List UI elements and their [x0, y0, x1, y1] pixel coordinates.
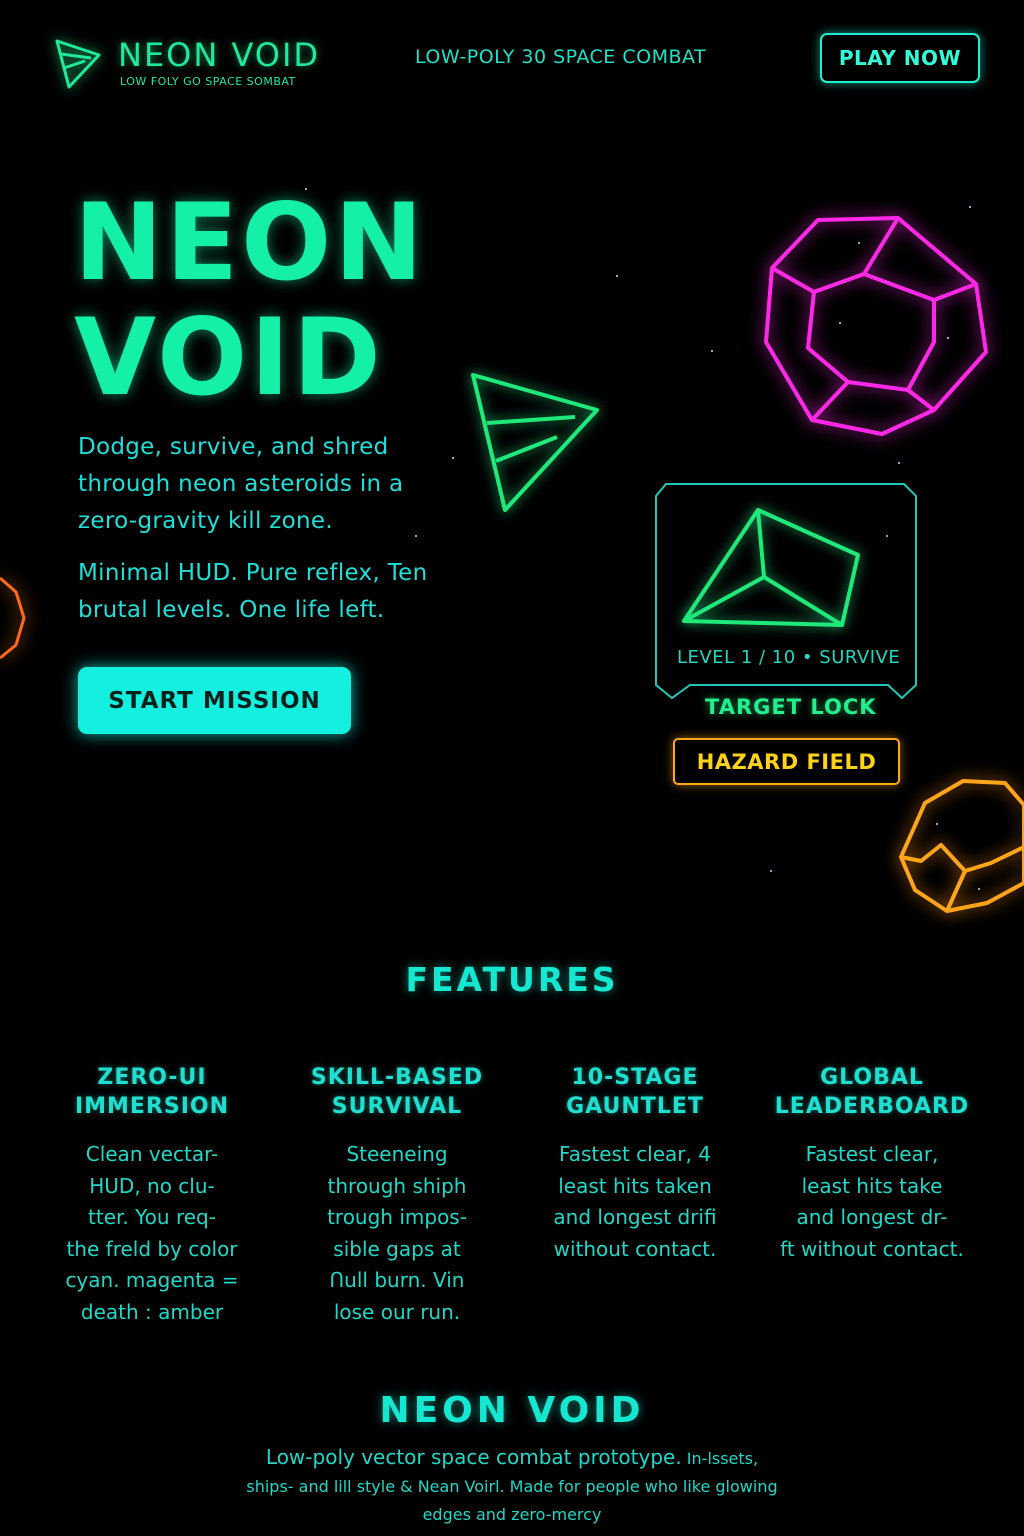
ship-wireframe-icon: [682, 508, 860, 627]
feature-text: Fastest clear, 4 least hits taken and lo…: [553, 1142, 717, 1261]
footer-title: NEON VOID: [379, 1390, 645, 1431]
feature-title: ZERO-UI IMMERSION: [74, 1065, 230, 1119]
level-indicator: LEVEL 1 / 10 • SURVIVE: [677, 647, 901, 668]
feature-card: 10-STAGE GAUNTLET Fastest clear, 4 least…: [515, 1063, 755, 1265]
hero-paragraph: Minimal HUD. Pure reflex, Ten brutal lev…: [78, 560, 428, 623]
feature-text: Fastest clear, least hits take and longe…: [780, 1142, 964, 1261]
hero-title: NEON VOID: [74, 185, 426, 415]
hero-title-line2: VOID: [74, 296, 384, 419]
magenta-asteroid-icon: [764, 216, 988, 436]
feature-card: ZERO-UI IMMERSION Clean vectar- HUD, no …: [32, 1063, 272, 1328]
feature-card: SKILL-BASED SURVIVAL Steeneing through s…: [277, 1063, 517, 1328]
green-ship-icon: [471, 373, 599, 512]
star: [770, 870, 772, 872]
feature-title: SKILL-BASED SURVIVAL: [310, 1065, 484, 1119]
feature-title: GLOBAL LEADERBOARD: [774, 1065, 970, 1119]
star: [969, 206, 971, 208]
hazard-field-badge: HAZARD FIELD: [673, 738, 900, 785]
hero-title-line1: NEON: [74, 181, 426, 304]
amber-asteroid-icon: [899, 779, 1024, 913]
footer-desc-small: ships- and lill style & Nean Voirl. Made…: [246, 1477, 778, 1524]
features-title: FEATURES: [405, 960, 619, 999]
feature-text: Clean vectar- HUD, no clu- tter. You req…: [65, 1142, 239, 1324]
feature-text: Steeneing through shiph trough impos- si…: [327, 1142, 467, 1324]
orange-asteroid-icon: [0, 576, 26, 660]
star: [711, 350, 713, 352]
footer-desc-small: In-lssets,: [681, 1449, 759, 1468]
feature-card: GLOBAL LEADERBOARD Fastest clear, least …: [752, 1063, 992, 1265]
footer-desc-main: Low-poly vector space combat prototype.: [265, 1445, 682, 1469]
target-lock-label: TARGET LOCK: [705, 695, 877, 719]
feature-title: 10-STAGE GAUNTLET: [566, 1065, 704, 1119]
star: [898, 462, 900, 464]
footer-description: Low-poly vector space combat prototype. …: [232, 1444, 792, 1528]
start-mission-button[interactable]: START MISSION: [78, 667, 351, 734]
star: [616, 275, 618, 277]
hero-paragraph: Dodge, survive, and shred through neon a…: [78, 434, 404, 534]
